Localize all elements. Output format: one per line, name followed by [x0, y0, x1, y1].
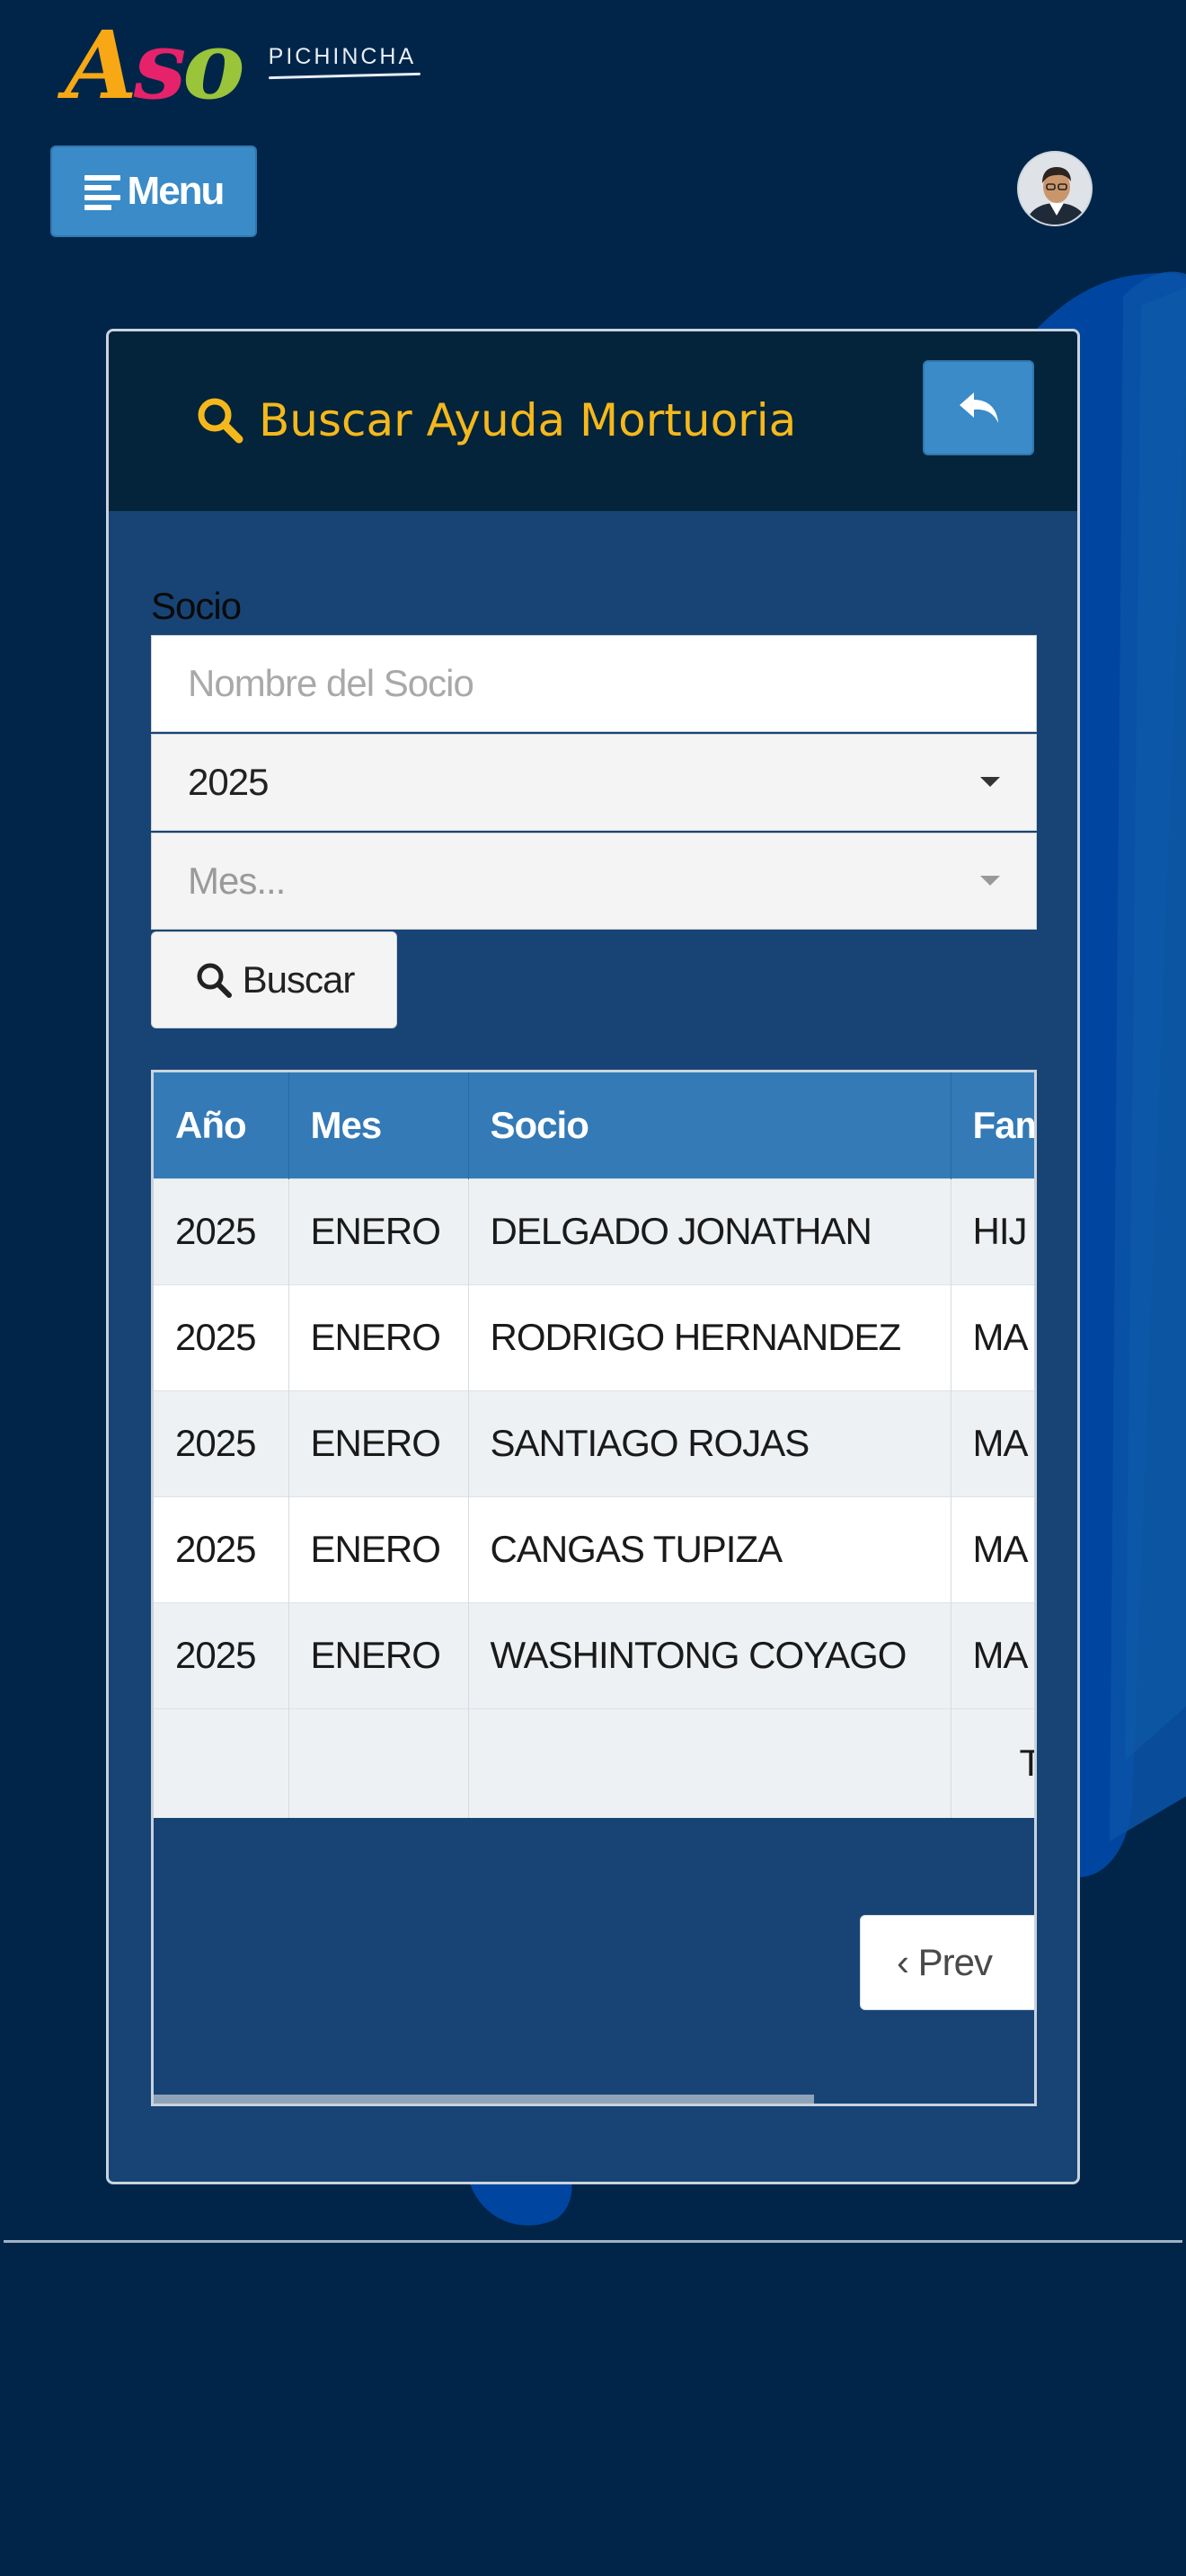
- chevron-down-icon: [980, 777, 1000, 787]
- cell-ano: 2025: [154, 1495, 289, 1602]
- logo-mark: Aso: [65, 10, 245, 120]
- chevron-down-icon: [980, 876, 1000, 886]
- reply-arrow-icon: [960, 393, 998, 423]
- table-row[interactable]: 2025 ENERO WASHINTONG COYAGO MA: [154, 1601, 1034, 1708]
- cell-socio: SANTIAGO ROJAS: [468, 1389, 951, 1496]
- month-select-placeholder: Mes...: [188, 860, 286, 902]
- column-header-socio[interactable]: Socio: [468, 1072, 951, 1178]
- total-cell-label: T: [951, 1707, 1034, 1818]
- back-button[interactable]: [923, 360, 1034, 455]
- cell-mes: ENERO: [288, 1389, 469, 1496]
- column-header-mes[interactable]: Mes: [288, 1072, 469, 1178]
- cell-mes: ENERO: [288, 1284, 469, 1390]
- table-row[interactable]: 2025 ENERO SANTIAGO ROJAS MA: [154, 1389, 1034, 1496]
- cell-ano: 2025: [154, 1601, 289, 1708]
- footer-divider: [4, 2240, 1182, 2243]
- cell-socio: CANGAS TUPIZA: [468, 1495, 951, 1602]
- user-avatar[interactable]: [1017, 151, 1093, 226]
- results-table: Año Mes Socio Fam 2025 ENERO DELGADO JON…: [154, 1072, 1034, 1818]
- socio-label: Socio: [151, 585, 242, 627]
- cell-ano: 2025: [154, 1284, 289, 1390]
- total-cell-empty: [154, 1707, 289, 1818]
- cell-socio: RODRIGO HERNANDEZ: [468, 1284, 951, 1390]
- month-select[interactable]: Mes...: [151, 833, 1037, 930]
- page-title-text: Buscar Ayuda Mortuoria: [259, 394, 797, 446]
- table-total-row: T: [154, 1707, 1034, 1818]
- menu-button-label: Menu: [127, 169, 226, 213]
- menu-button[interactable]: Menu: [50, 146, 257, 237]
- table-row[interactable]: 2025 ENERO RODRIGO HERNANDEZ MA: [154, 1284, 1034, 1390]
- cell-fam: MA: [951, 1495, 1034, 1602]
- brand-logo[interactable]: Aso PICHINCHA: [65, 7, 416, 124]
- column-header-fam[interactable]: Fam: [951, 1072, 1034, 1178]
- column-header-ano[interactable]: Año: [154, 1072, 289, 1178]
- search-button-label: Buscar: [242, 958, 356, 1001]
- avatar-icon: [1019, 153, 1091, 225]
- cell-fam: MA: [951, 1284, 1034, 1390]
- total-cell-empty: [468, 1707, 951, 1818]
- cell-socio: WASHINTONG COYAGO: [468, 1601, 951, 1708]
- cell-mes: ENERO: [288, 1601, 469, 1708]
- card-header: Buscar Ayuda Mortuoria: [109, 331, 1077, 511]
- pagination-prev-button[interactable]: ‹ Prev: [860, 1915, 1034, 2010]
- table-row[interactable]: 2025 ENERO DELGADO JONATHAN HIJ: [154, 1178, 1034, 1284]
- results-table-container[interactable]: Año Mes Socio Fam 2025 ENERO DELGADO JON…: [151, 1070, 1037, 2106]
- socio-name-input[interactable]: [151, 635, 1037, 732]
- cell-fam: HIJ: [951, 1178, 1034, 1284]
- cell-ano: 2025: [154, 1178, 289, 1284]
- year-select[interactable]: 2025: [151, 734, 1037, 831]
- cell-mes: ENERO: [288, 1495, 469, 1602]
- search-button[interactable]: Buscar: [151, 931, 397, 1028]
- page-title: Buscar Ayuda Mortuoria: [194, 394, 796, 446]
- cell-fam: MA: [951, 1601, 1034, 1708]
- table-header-row: Año Mes Socio Fam: [154, 1072, 1034, 1178]
- search-icon: [198, 398, 243, 444]
- cell-fam: MA: [951, 1389, 1034, 1496]
- cell-mes: ENERO: [288, 1178, 469, 1284]
- search-card: Buscar Ayuda Mortuoria Socio 2025 Mes...…: [106, 329, 1080, 2184]
- search-icon: [197, 963, 232, 998]
- horizontal-scrollbar[interactable]: [154, 2095, 814, 2104]
- logo-subtitle: PICHINCHA: [268, 43, 417, 69]
- cell-socio: DELGADO JONATHAN: [468, 1178, 951, 1284]
- hamburger-icon: [84, 173, 124, 210]
- total-cell-empty: [288, 1707, 469, 1818]
- table-row[interactable]: 2025 ENERO CANGAS TUPIZA MA: [154, 1495, 1034, 1602]
- year-select-value: 2025: [188, 761, 269, 803]
- cell-ano: 2025: [154, 1389, 289, 1496]
